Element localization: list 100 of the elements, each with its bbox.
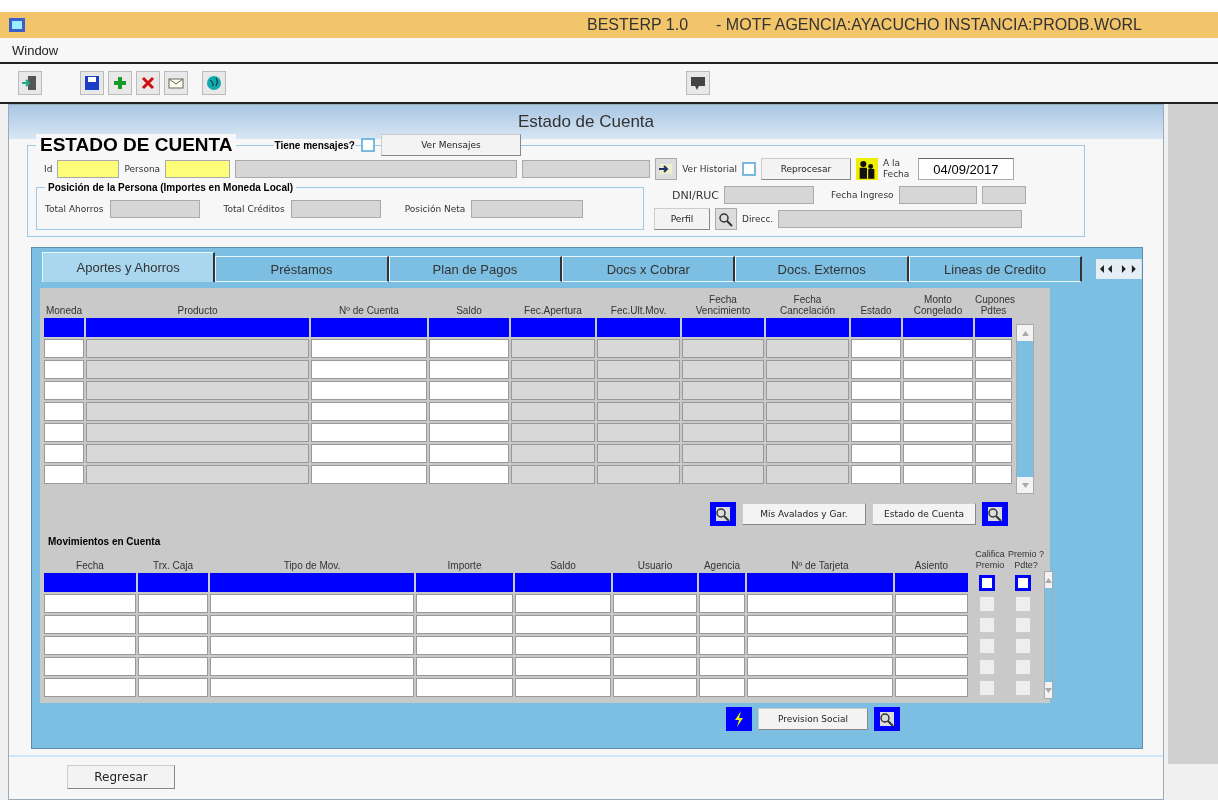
tab-scroll-arrows-icon[interactable] [1096,259,1142,279]
table-cell[interactable] [311,318,427,337]
table-cell[interactable] [44,465,84,484]
table-cell[interactable] [975,423,1012,442]
social-welfare-button[interactable]: Prevision Social [758,708,868,730]
table-cell[interactable] [903,339,973,358]
table-cell[interactable] [511,339,595,358]
table-cell[interactable] [597,444,680,463]
table-cell[interactable] [975,381,1012,400]
table-cell[interactable] [44,615,136,634]
table-cell[interactable] [416,573,513,592]
table-cell[interactable] [311,339,427,358]
checkbox[interactable] [1015,574,1031,591]
table-cell[interactable] [975,465,1012,484]
table-cell[interactable] [895,615,968,634]
table-cell[interactable] [44,318,84,337]
table-cell[interactable] [895,678,968,697]
exit-button[interactable] [18,71,42,95]
table-cell[interactable] [895,573,968,592]
date-field[interactable]: 04/09/2017 [917,158,1014,180]
checkbox[interactable] [741,162,756,176]
tab[interactable]: Plan de Pagos [388,256,563,282]
table-cell[interactable] [766,360,849,379]
table-cell[interactable] [851,318,901,337]
table-cell[interactable] [210,594,414,613]
profile-button[interactable]: Perfil [654,208,710,230]
scrollbar[interactable] [1044,571,1053,699]
table-cell[interactable] [416,657,513,676]
table-cell[interactable] [515,678,611,697]
table-cell[interactable] [429,360,509,379]
table-cell[interactable] [597,423,680,442]
table-cell[interactable] [597,339,680,358]
tab[interactable]: Aportes y Ahorros [42,252,216,282]
table-cell[interactable] [613,636,697,655]
search-button[interactable] [874,707,900,731]
checkbox[interactable] [360,138,375,152]
table-cell[interactable] [597,402,680,421]
lightning-button[interactable] [726,707,752,731]
table-cell[interactable] [613,678,697,697]
table-cell[interactable] [851,360,901,379]
table-cell[interactable] [766,423,849,442]
globe-button[interactable] [202,71,226,95]
mail-button[interactable] [164,71,188,95]
save-button[interactable] [80,71,104,95]
table-cell[interactable] [597,318,680,337]
table-cell[interactable] [903,465,973,484]
guarantees-button[interactable]: Mis Avalados y Gar. [742,503,866,525]
table-cell[interactable] [311,444,427,463]
table-cell[interactable] [766,339,849,358]
table-cell[interactable] [515,573,611,592]
table-cell[interactable] [511,402,595,421]
table-cell[interactable] [429,318,509,337]
table-cell[interactable] [851,465,901,484]
table-cell[interactable] [416,636,513,655]
table-cell[interactable] [682,444,764,463]
table-cell[interactable] [747,594,893,613]
table-cell[interactable] [613,615,697,634]
table-cell[interactable] [311,381,427,400]
table-cell[interactable] [44,657,136,676]
table-cell[interactable] [429,402,509,421]
table-cell[interactable] [210,573,414,592]
table-cell[interactable] [86,444,309,463]
table-cell[interactable] [86,423,309,442]
table-cell[interactable] [903,444,973,463]
table-cell[interactable] [613,594,697,613]
table-cell[interactable] [975,444,1012,463]
table-cell[interactable] [975,402,1012,421]
table-cell[interactable] [851,402,901,421]
table-cell[interactable] [429,339,509,358]
table-cell[interactable] [138,594,208,613]
table-cell[interactable] [699,594,745,613]
table-cell[interactable] [44,423,84,442]
tab[interactable]: Lineas de Credito [908,256,1083,282]
table-cell[interactable] [699,573,745,592]
input-field[interactable] [57,160,120,178]
table-cell[interactable] [138,615,208,634]
table-cell[interactable] [766,444,849,463]
table-cell[interactable] [766,381,849,400]
table-cell[interactable] [766,402,849,421]
table-cell[interactable] [613,657,697,676]
table-cell[interactable] [311,465,427,484]
table-cell[interactable] [597,360,680,379]
menu-item[interactable]: Window [12,42,59,58]
table-cell[interactable] [682,402,764,421]
table-cell[interactable] [44,594,136,613]
table-cell[interactable] [747,636,893,655]
table-cell[interactable] [210,657,414,676]
account-statement-button[interactable]: Estado de Cuenta [872,503,976,525]
table-cell[interactable] [682,360,764,379]
table-cell[interactable] [429,423,509,442]
table-cell[interactable] [975,339,1012,358]
table-cell[interactable] [138,657,208,676]
table-cell[interactable] [44,360,84,379]
history-button[interactable] [655,158,678,180]
table-cell[interactable] [86,339,309,358]
table-cell[interactable] [895,594,968,613]
table-cell[interactable] [138,678,208,697]
table-cell[interactable] [44,678,136,697]
table-cell[interactable] [895,636,968,655]
table-cell[interactable] [903,360,973,379]
